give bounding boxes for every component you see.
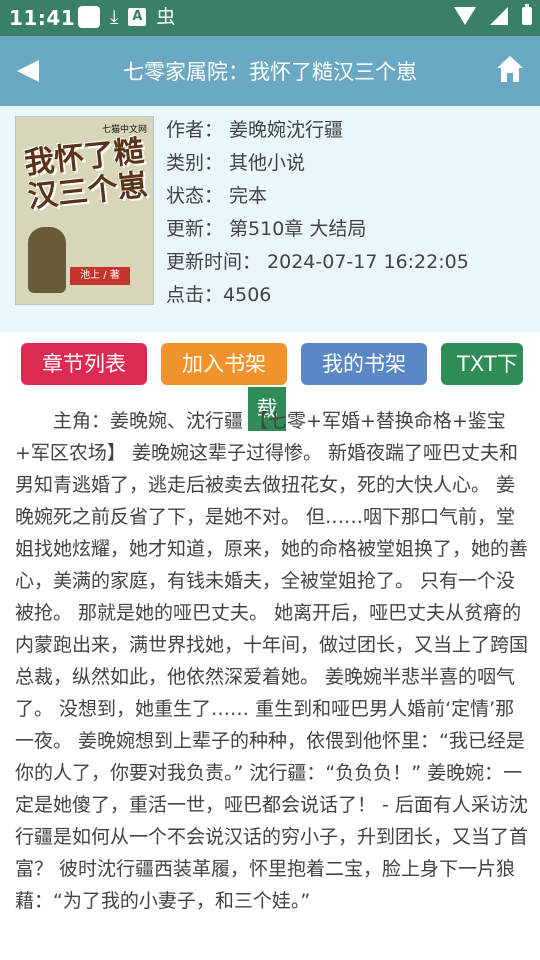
wifi-icon bbox=[454, 7, 476, 25]
battery-icon bbox=[522, 4, 532, 25]
signal-icon bbox=[490, 7, 508, 25]
book-cover[interactable]: 七猫中文网 我怀了糙汉三个崽 池上 / 著 bbox=[15, 116, 154, 305]
status-bar: 11:41 ⤓ A 虫 bbox=[0, 0, 540, 36]
status-time: 11:41 bbox=[9, 6, 76, 30]
a-icon: A bbox=[128, 8, 147, 26]
meta-value: 完本 bbox=[229, 185, 268, 207]
chapter-list-button[interactable]: 章节列表 bbox=[21, 343, 147, 385]
action-buttons: 章节列表 加入书架 我的书架 TXT下 bbox=[0, 343, 540, 387]
meta-value: 其他小说 bbox=[229, 152, 306, 174]
cover-author-badge: 池上 / 著 bbox=[70, 267, 130, 285]
cover-illustration bbox=[28, 227, 66, 293]
meta-label: 作者： bbox=[166, 119, 224, 141]
meta-author: 作者： 姜晚婉沈行疆 bbox=[166, 116, 469, 149]
meta-value: 第510章 大结局 bbox=[229, 218, 367, 240]
cover-title: 我怀了糙汉三个崽 bbox=[22, 133, 150, 216]
meta-clicks: 点击：4506 bbox=[166, 281, 469, 314]
status-icons-right bbox=[454, 4, 532, 25]
status-icons-left: ⤓ A 虫 bbox=[78, 6, 175, 28]
meta-update-time: 更新时间： 2024-07-17 16:22:05 bbox=[166, 248, 469, 281]
meta-status: 状态： 完本 bbox=[166, 182, 469, 215]
page-title: 七零家属院：我怀了糙汉三个崽 bbox=[123, 60, 417, 84]
book-synopsis: 主角：姜晚婉、沈行疆 【七零+军婚+替换命格+鉴宝+军区农场】 姜晚婉这辈子过得… bbox=[15, 405, 528, 917]
meta-label: 更新时间： bbox=[166, 251, 262, 273]
app-bar: 七零家属院：我怀了糙汉三个崽 bbox=[0, 36, 540, 106]
meta-value: 姜晚婉沈行疆 bbox=[229, 119, 344, 141]
meta-label: 状态： bbox=[166, 185, 224, 207]
meta-update: 更新： 第510章 大结局 bbox=[166, 215, 469, 248]
meta-label: 更新： bbox=[166, 218, 224, 240]
my-shelf-button[interactable]: 我的书架 bbox=[301, 343, 427, 385]
book-info-panel: 七猫中文网 我怀了糙汉三个崽 池上 / 著 作者： 姜晚婉沈行疆 类别： 其他小说 … bbox=[0, 106, 540, 332]
meta-category: 类别： 其他小说 bbox=[166, 149, 469, 182]
synopsis-text: 主角：姜晚婉、沈行疆 【七零+军婚+替换命格+鉴宝+军区农场】 姜晚婉这辈子过得… bbox=[15, 410, 529, 912]
book-meta: 作者： 姜晚婉沈行疆 类别： 其他小说 状态： 完本 更新： 第510章 大结局 更新时… bbox=[166, 116, 469, 314]
download-icon: ⤓ bbox=[110, 6, 119, 28]
meta-value: 2024-07-17 16:22:05 bbox=[267, 251, 469, 273]
add-to-shelf-button[interactable]: 加入书架 bbox=[161, 343, 287, 385]
txt-download-button[interactable]: TXT下 bbox=[441, 343, 523, 385]
back-arrow-icon[interactable] bbox=[17, 60, 39, 82]
home-icon[interactable] bbox=[496, 54, 524, 84]
meta-label: 点击： bbox=[166, 284, 224, 306]
bug-icon: 虫 bbox=[156, 6, 176, 28]
square-notification-icon bbox=[78, 6, 100, 28]
meta-label: 类别： bbox=[166, 152, 224, 174]
meta-value: 4506 bbox=[223, 284, 272, 306]
